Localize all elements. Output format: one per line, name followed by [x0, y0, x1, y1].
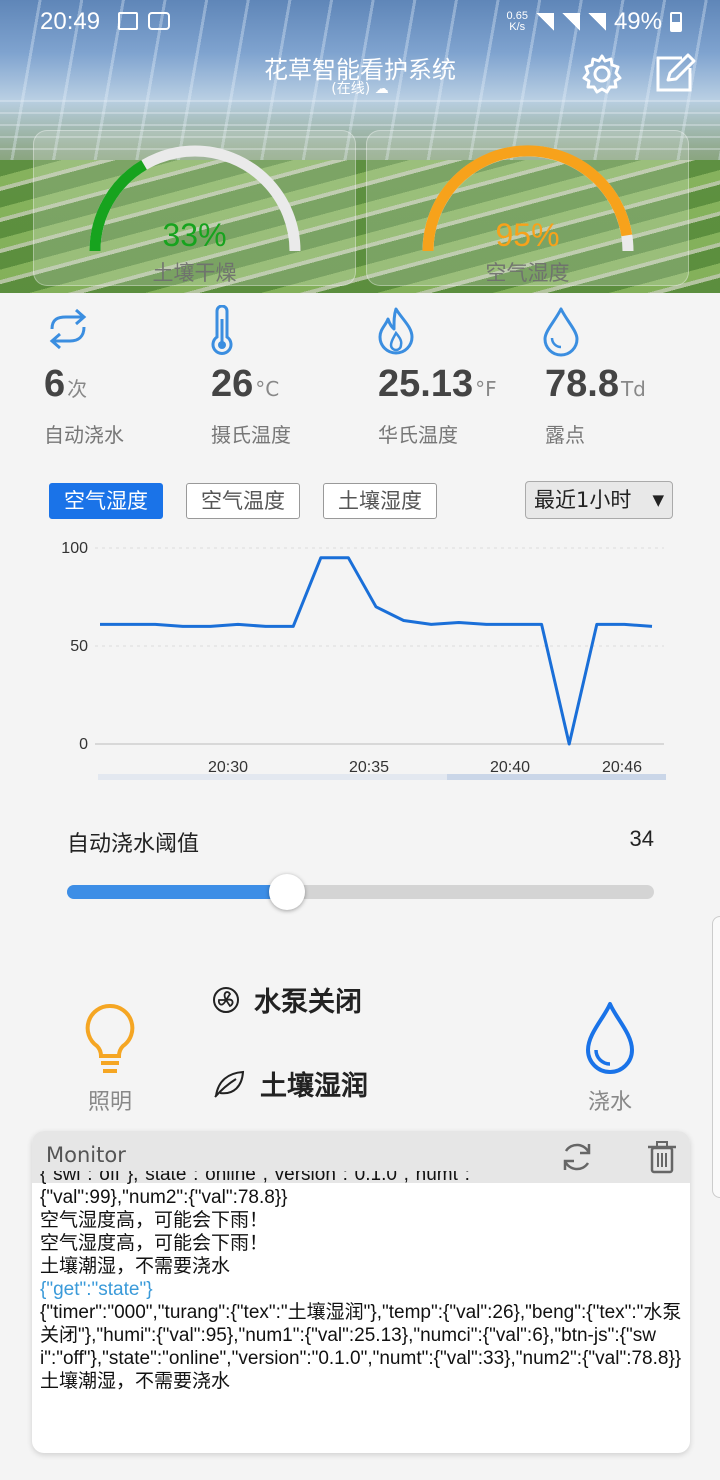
air-humidity-gauge: 95% 空气湿度 [366, 130, 689, 286]
repeat-icon [44, 305, 92, 357]
image-notification-icon [118, 12, 138, 30]
monitor-title: Monitor [46, 1143, 126, 1167]
stat-label: 华氏温度 [378, 423, 458, 447]
fan-icon [213, 986, 239, 1013]
air-gauge-value: 95% [495, 217, 560, 253]
dropdown-caret-icon: ▼ [652, 491, 664, 509]
pump-status-text: 水泵关闭 [254, 987, 362, 1018]
log-line: {"val":99},"num2":{"val":78.8}} [40, 1187, 288, 1208]
signal-4g-icon [587, 13, 606, 31]
stat-number: 25.13 [378, 363, 474, 405]
water-label: 浇水 [587, 1090, 632, 1115]
flame-icon [372, 305, 420, 357]
y-tick-label: 100 [61, 540, 88, 557]
edit-icon [656, 53, 696, 92]
time-range-select[interactable]: 最近1小时 ▼ [525, 481, 673, 519]
water-drop-icon [586, 1002, 634, 1074]
log-line: {"timer":"000","turang":{"tex":"土壤湿润"},"… [40, 1302, 682, 1369]
light-button[interactable]: 照明 [76, 1000, 144, 1116]
monitor-panel: Monitor {"swi":"off"},"state":"online","… [32, 1131, 690, 1453]
refresh-icon [563, 1143, 591, 1171]
log-line: {"get":"state"} [40, 1279, 153, 1300]
stat-auto-water: 6次 自动浇水 [44, 305, 209, 447]
log-line: {"swi":"off"},"state":"online","version"… [40, 1171, 470, 1185]
lightbulb-icon [85, 1003, 135, 1073]
soil-gauge-value: 33% [162, 217, 227, 253]
stat-value: 6次 [44, 363, 87, 406]
stat-unit: °F [475, 377, 497, 401]
tab-soil-moisture[interactable]: 土壤湿度 [323, 483, 437, 519]
stat-celsius: 26 °C 摄氏温度 [198, 304, 363, 447]
log-line: 土壤潮湿，不需要浇水 [40, 1371, 231, 1392]
log-line: 土壤潮湿，不需要浇水 [40, 1256, 231, 1277]
air-gauge-label: 空气湿度 [485, 261, 570, 285]
stat-label: 露点 [545, 423, 585, 447]
monitor-log[interactable]: {"swi":"off"},"state":"online","version"… [40, 1171, 682, 1451]
signal-icon [561, 13, 580, 31]
tab-air-temperature[interactable]: 空气温度 [186, 483, 300, 519]
slider-thumb[interactable] [268, 874, 305, 910]
status-notification-icons [118, 12, 170, 30]
status-time: 20:49 [40, 8, 101, 35]
stat-number: 78.8 [545, 363, 619, 405]
water-button[interactable]: 浇水 [576, 1000, 644, 1116]
battery-icon [670, 12, 682, 32]
stat-dew-point: 78.8 Td 露点 [537, 305, 702, 447]
settings-button[interactable] [580, 52, 624, 96]
stat-value: 78.8 Td [545, 363, 646, 406]
soil-gauge-label: 土壤干燥 [152, 261, 237, 285]
time-range-value: 最近1小时 [534, 488, 632, 512]
threshold-slider[interactable] [67, 874, 654, 910]
soil-moisture-gauge: 33% 土壤干燥 [33, 130, 356, 286]
stat-number: 6 [44, 363, 66, 405]
y-tick-label: 0 [79, 736, 88, 753]
edge-panel-handle[interactable] [712, 916, 720, 1198]
stat-value: 25.13 °F [378, 363, 497, 406]
gear-icon [582, 54, 622, 94]
stat-unit: °C [255, 377, 280, 401]
battery-percent: 49% [613, 8, 662, 35]
leaf-icon [214, 1070, 245, 1098]
zoom-window [447, 774, 666, 780]
wifi-notification-icon [148, 12, 170, 30]
stat-label: 自动浇水 [44, 423, 124, 447]
log-line: 空气湿度高，可能会下雨！ [40, 1210, 269, 1231]
trash-icon [648, 1141, 676, 1174]
refresh-button[interactable] [559, 1139, 595, 1175]
net-speed: 0.65 K/s [507, 11, 528, 33]
stat-fahrenheit: 25.13 °F 华氏温度 [372, 305, 537, 447]
droplet-icon [537, 305, 585, 357]
pump-status: 水泵关闭 [212, 980, 362, 1019]
alarm-icon [535, 13, 554, 31]
humidity-series-line [100, 556, 653, 746]
x-tick-label: 20:46 [602, 759, 642, 776]
stat-value: 26 °C [211, 363, 279, 406]
connection-status-text: (在线) [331, 81, 371, 97]
slider-fill [67, 885, 287, 899]
y-tick-label: 50 [70, 638, 88, 655]
threshold-value: 34 [629, 826, 654, 851]
stat-unit: Td [620, 377, 646, 401]
threshold-label: 自动浇水阈值 [67, 832, 200, 857]
light-label: 照明 [87, 1090, 132, 1115]
log-line: 空气湿度高，可能会下雨！ [40, 1233, 269, 1254]
tab-air-humidity[interactable]: 空气湿度 [49, 483, 163, 519]
net-speed-unit: K/s [509, 21, 526, 33]
x-tick-label: 20:40 [490, 759, 530, 776]
status-right: 0.65 K/s 49% [507, 8, 682, 36]
stat-number: 26 [211, 363, 254, 405]
edit-button[interactable] [652, 52, 696, 96]
clear-log-button[interactable] [644, 1139, 680, 1175]
thermometer-icon [198, 304, 246, 357]
stat-label: 摄氏温度 [211, 423, 291, 447]
status-bar: 20:49 0.65 K/s 49% [0, 0, 720, 44]
soil-status-text: 土壤湿润 [260, 1071, 368, 1102]
soil-status: 土壤湿润 [212, 1064, 368, 1103]
x-tick-label: 20:35 [349, 759, 389, 776]
humidity-chart: 0 50 100 20:30 20:35 20:40 20:46 [61, 540, 666, 780]
x-tick-label: 20:30 [208, 759, 248, 776]
cloud-icon: ☁ [374, 81, 389, 97]
stat-unit: 次 [67, 377, 88, 401]
